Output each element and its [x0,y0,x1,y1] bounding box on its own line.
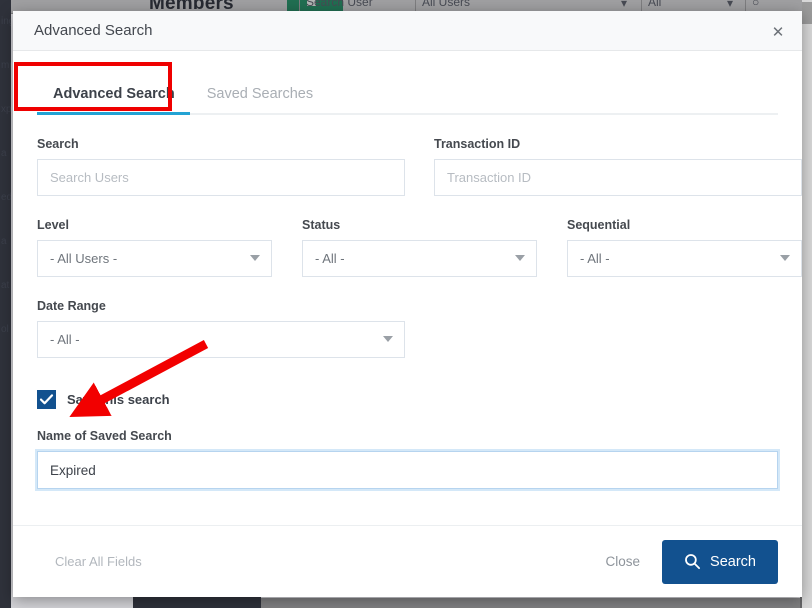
page-scrollbar[interactable] [802,0,812,608]
active-tab-underline [37,112,190,115]
search-button[interactable]: Search [662,540,778,584]
page-scrollbar-thumb[interactable] [802,2,812,24]
clear-all-fields-button[interactable]: Clear All Fields [37,554,160,569]
search-input[interactable] [37,159,405,196]
field-status: Status - All - [302,218,537,277]
row-date-range: Date Range - All - [37,299,778,358]
level-select[interactable]: - All Users - [37,240,272,277]
label-status: Status [302,218,537,232]
date-range-select[interactable]: - All - [37,321,405,358]
level-select-value: - All Users - [37,240,272,277]
label-transaction-id: Transaction ID [434,137,802,151]
field-search: Search [37,137,405,196]
sequential-select[interactable]: - All - [567,240,802,277]
search-icon [684,553,701,570]
tab-saved-searches[interactable]: Saved Searches [191,86,329,113]
close-button[interactable]: Close [584,554,663,569]
row-search-transaction: Search Transaction ID [37,137,778,196]
row-level-status-sequential: Level - All Users - Status - All - Seque… [37,218,778,277]
save-this-search-label[interactable]: Save this search [67,392,170,407]
status-select[interactable]: - All - [302,240,537,277]
dialog-title: Advanced Search [13,22,152,39]
close-icon[interactable]: ✕ [766,20,790,44]
dialog-body: Advanced Search Saved Searches Search Tr… [13,51,802,525]
date-range-select-value: - All - [37,321,405,358]
save-this-search-checkbox[interactable] [37,390,56,409]
advanced-search-dialog: Advanced Search ✕ Advanced Search Saved … [13,11,802,597]
field-date-range: Date Range - All - [37,299,405,358]
label-level: Level [37,218,272,232]
field-transaction-id: Transaction ID [434,137,802,196]
sequential-select-value: - All - [567,240,802,277]
transaction-id-input[interactable] [434,159,802,196]
label-date-range: Date Range [37,299,405,313]
field-level: Level - All Users - [37,218,272,277]
check-icon [39,392,54,407]
dialog-header: Advanced Search ✕ [13,11,802,51]
tab-advanced-search[interactable]: Advanced Search [37,86,191,113]
save-this-search-row: Save this search [37,390,778,409]
label-saved-search-name: Name of Saved Search [37,429,778,443]
search-button-label: Search [710,554,756,570]
dialog-footer: Clear All Fields Close Search [13,525,802,597]
status-select-value: - All - [302,240,537,277]
footer-actions: Close Search [584,540,778,584]
saved-search-name-input[interactable] [37,451,778,489]
tab-bar: Advanced Search Saved Searches [37,71,778,115]
field-sequential: Sequential - All - [567,218,802,277]
saved-search-name-block: Name of Saved Search [37,429,778,489]
label-search: Search [37,137,405,151]
label-sequential: Sequential [567,218,802,232]
